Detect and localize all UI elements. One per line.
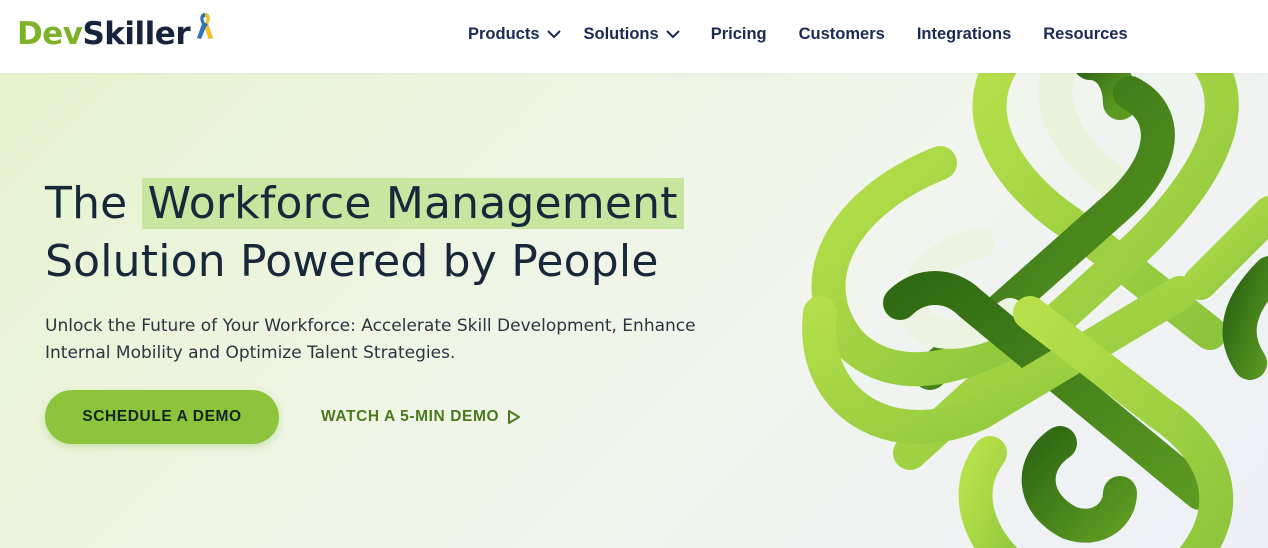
nav-solutions-label: Solutions <box>583 24 659 43</box>
chevron-down-icon <box>546 30 561 39</box>
chevron-down-icon <box>665 30 680 39</box>
ukraine-ribbon-icon <box>197 13 214 39</box>
schedule-demo-button[interactable]: SCHEDULE A DEMO <box>45 390 279 444</box>
nav-pricing-label: Pricing <box>710 24 767 43</box>
nav-solutions[interactable]: Solutions <box>584 25 681 44</box>
hero-subtitle-line2: Internal Mobility and Optimize Talent St… <box>45 343 456 363</box>
knot-illustration <box>802 73 1268 548</box>
hero-title-highlight: Workforce Management <box>141 178 684 229</box>
nav-customers-label: Customers <box>798 24 885 43</box>
site-header: DevSkiller Products Solutions Pricing Cu… <box>0 0 1268 73</box>
nav-pricing[interactable]: Pricing <box>711 25 767 44</box>
nav-integrations[interactable]: Integrations <box>917 25 1011 44</box>
watch-demo-link[interactable]: WATCH A 5-MIN DEMO <box>321 405 521 429</box>
nav-products[interactable]: Products <box>468 25 562 44</box>
hero-section: The Workforce Management Solution Powere… <box>0 73 1268 548</box>
logo-wordmark: DevSkiller <box>17 16 191 52</box>
nav-resources-label: Resources <box>1043 24 1128 43</box>
nav-resources[interactable]: Resources <box>1043 25 1127 44</box>
hero-title: The Workforce Management Solution Powere… <box>45 175 785 291</box>
nav-customers[interactable]: Customers <box>799 25 885 44</box>
hero-title-pre: The <box>45 178 142 229</box>
main-nav: Products Solutions Pricing Customers Int… <box>468 22 1128 46</box>
logo-skiller-text: Skiller <box>82 16 191 52</box>
nav-products-label: Products <box>468 24 540 43</box>
hero-title-line1: The Workforce Management <box>45 175 785 233</box>
devskiller-logo[interactable]: DevSkiller <box>17 13 214 54</box>
nav-integrations-label: Integrations <box>916 24 1012 43</box>
hero-subtitle-line1: Unlock the Future of Your Workforce: Acc… <box>45 316 696 336</box>
logo-dev-text: Dev <box>17 16 83 52</box>
hero-subtitle: Unlock the Future of Your Workforce: Acc… <box>45 313 785 367</box>
watch-demo-label: WATCH A 5-MIN DEMO <box>321 408 500 425</box>
play-outline-icon <box>508 410 521 424</box>
hero-title-line2: Solution Powered by People <box>45 236 659 287</box>
